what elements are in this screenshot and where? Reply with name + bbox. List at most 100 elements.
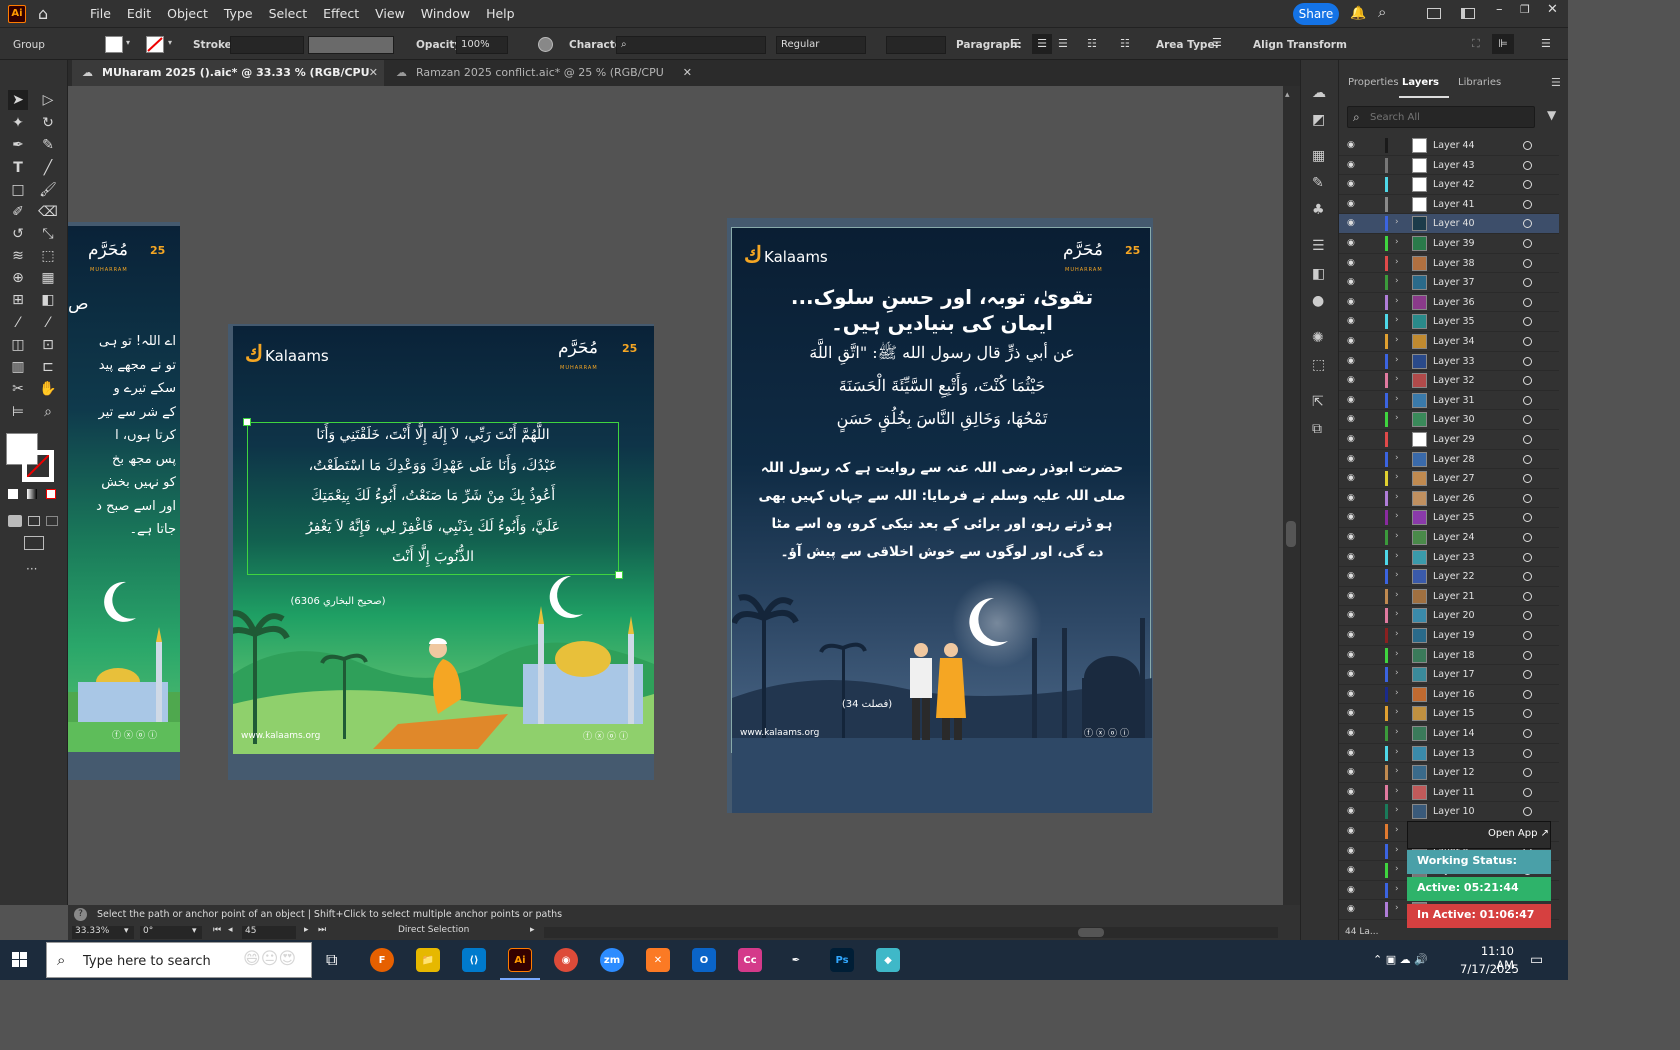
scale-tool-icon[interactable]: ⤡ xyxy=(38,224,58,244)
opacity-input[interactable]: 100% xyxy=(456,36,508,54)
symbol-sprayer-icon[interactable]: ⊡ xyxy=(38,335,58,355)
visibility-eye-icon[interactable]: ◉ xyxy=(1347,277,1361,287)
transform-button[interactable]: Transform xyxy=(1287,39,1347,51)
font-style-select[interactable]: Regular xyxy=(776,36,866,54)
layer-row[interactable]: ◉ Layer 29 xyxy=(1339,430,1559,450)
rectangle-tool-icon[interactable]: □ xyxy=(8,180,28,200)
expand-arrow-icon[interactable]: › xyxy=(1395,668,1399,678)
menu-type[interactable]: Type xyxy=(216,6,261,21)
layer-row[interactable]: ◉ › Layer 17 xyxy=(1339,665,1559,685)
visibility-eye-icon[interactable]: ◉ xyxy=(1347,316,1361,326)
target-circle-icon[interactable] xyxy=(1523,395,1532,405)
layer-row[interactable]: ◉ › Layer 15 xyxy=(1339,704,1559,724)
expand-arrow-icon[interactable]: › xyxy=(1395,688,1399,698)
layers-search[interactable]: ⌕ xyxy=(1347,106,1535,128)
menu-object[interactable]: Object xyxy=(159,6,216,21)
expand-arrow-icon[interactable]: › xyxy=(1395,609,1399,619)
stroke-weight-input[interactable] xyxy=(230,36,304,54)
notifications-icon[interactable]: ▭ xyxy=(1530,952,1543,968)
export-icon[interactable]: ⇱ xyxy=(1312,394,1324,410)
target-circle-icon[interactable] xyxy=(1523,180,1532,190)
pen-tool-icon[interactable]: ✒ xyxy=(8,135,28,155)
layer-row[interactable]: ◉ › Layer 40 xyxy=(1339,214,1559,234)
layer-row[interactable]: ◉ › Layer 11 xyxy=(1339,783,1559,803)
visibility-eye-icon[interactable]: ◉ xyxy=(1347,748,1361,758)
layer-row[interactable]: ◉ › Layer 28 xyxy=(1339,450,1559,470)
xampp-icon[interactable]: ✕ xyxy=(646,948,670,972)
layer-row[interactable]: ◉ › Layer 12 xyxy=(1339,763,1559,783)
target-circle-icon[interactable] xyxy=(1523,591,1532,601)
target-circle-icon[interactable] xyxy=(1523,729,1532,738)
shape-builder-icon[interactable]: ⊕ xyxy=(8,268,28,288)
layer-row[interactable]: ◉ › Layer 34 xyxy=(1339,332,1559,352)
target-circle-icon[interactable] xyxy=(1523,650,1532,660)
close-tab-icon[interactable]: ✕ xyxy=(369,60,378,86)
horizontal-scrollbar[interactable] xyxy=(544,927,1278,938)
layer-row[interactable]: ◉ › Layer 18 xyxy=(1339,646,1559,666)
artboard-left[interactable]: 25 مُحَرَّم MUHARRAM ص اے اللہ! تو ہی تو… xyxy=(68,222,180,780)
home-icon[interactable]: ⌂ xyxy=(38,5,56,22)
target-circle-icon[interactable] xyxy=(1523,513,1532,523)
slice-tool-icon[interactable]: ✂ xyxy=(8,379,28,399)
lasso-icon[interactable]: ↻ xyxy=(38,113,58,133)
rotation-select[interactable]: 0° ▾ xyxy=(140,926,202,939)
layer-row[interactable]: ◉ › Layer 38 xyxy=(1339,254,1559,274)
scroll-thumb[interactable] xyxy=(1078,928,1104,937)
app-icon[interactable]: ◆ xyxy=(876,948,900,972)
expand-arrow-icon[interactable]: › xyxy=(1395,315,1399,325)
layer-row[interactable]: ◉ › Layer 19 xyxy=(1339,626,1559,646)
layer-row[interactable]: ◉ › Layer 37 xyxy=(1339,273,1559,293)
gradient-panel-icon[interactable]: ◧ xyxy=(1312,266,1325,282)
restore-icon[interactable]: ❐ xyxy=(1520,3,1530,16)
magic-wand-icon[interactable]: ✦ xyxy=(8,113,28,133)
target-circle-icon[interactable] xyxy=(1523,611,1532,621)
align-right-icon[interactable]: ☰ xyxy=(1058,37,1072,51)
brushes-icon[interactable]: ✎ xyxy=(1312,175,1324,191)
visibility-eye-icon[interactable]: ◉ xyxy=(1347,512,1361,522)
stroke-panel-icon[interactable]: ☰ xyxy=(1312,238,1325,254)
visibility-eye-icon[interactable]: ◉ xyxy=(1347,258,1361,268)
visibility-eye-icon[interactable]: ◉ xyxy=(1347,395,1361,405)
visibility-eye-icon[interactable]: ◉ xyxy=(1347,865,1361,875)
visibility-eye-icon[interactable]: ◉ xyxy=(1347,434,1361,444)
taskbar-search[interactable]: ⌕ Type here to search 😄😐😍 xyxy=(46,942,312,978)
visibility-eye-icon[interactable]: ◉ xyxy=(1347,493,1361,503)
target-circle-icon[interactable] xyxy=(1523,670,1532,680)
minimize-icon[interactable]: – xyxy=(1496,2,1503,17)
target-circle-icon[interactable] xyxy=(1523,278,1532,288)
visibility-eye-icon[interactable]: ◉ xyxy=(1347,846,1361,856)
layer-row[interactable]: ◉ › Layer 35 xyxy=(1339,312,1559,332)
prev-artboard-icon[interactable]: ◂ xyxy=(228,925,233,935)
font-size-input[interactable] xyxy=(886,36,946,54)
share-button[interactable]: Share xyxy=(1293,3,1339,25)
draw-normal-icon[interactable] xyxy=(8,515,22,527)
screen-mode-icon[interactable] xyxy=(24,536,44,550)
target-circle-icon[interactable] xyxy=(1523,768,1532,778)
draw-inside-icon[interactable] xyxy=(46,516,58,526)
zoom-icon[interactable]: zm xyxy=(600,948,624,972)
visibility-eye-icon[interactable]: ◉ xyxy=(1347,532,1361,542)
menu-effect[interactable]: Effect xyxy=(315,6,367,21)
gradient-tool-icon[interactable]: ◧ xyxy=(38,290,58,310)
chevron-down-icon[interactable]: ▾ xyxy=(126,38,130,47)
menu-window[interactable]: Window xyxy=(413,6,478,21)
firefox-icon[interactable]: F xyxy=(370,948,394,972)
visibility-eye-icon[interactable]: ◉ xyxy=(1347,218,1361,228)
layer-row[interactable]: ◉ › Layer 24 xyxy=(1339,528,1559,548)
target-circle-icon[interactable] xyxy=(1523,376,1532,386)
graph-tool-icon[interactable]: ▥ xyxy=(8,357,28,377)
rotate-tool-icon[interactable]: ↺ xyxy=(8,224,28,244)
recolor-icon[interactable] xyxy=(538,37,553,52)
visibility-eye-icon[interactable]: ◉ xyxy=(1347,375,1361,385)
target-circle-icon[interactable] xyxy=(1523,631,1532,640)
chevron-down-icon[interactable]: ▾ xyxy=(168,38,172,47)
eyedropper-icon[interactable]: ⁄ xyxy=(8,313,28,333)
target-circle-icon[interactable] xyxy=(1523,474,1532,484)
expand-arrow-icon[interactable]: › xyxy=(1395,413,1399,423)
artboards-panel-icon[interactable]: ⧉ xyxy=(1312,421,1322,437)
help-icon[interactable]: ? xyxy=(74,908,87,921)
bell-icon[interactable]: 🔔 xyxy=(1350,6,1366,21)
close-tab-icon[interactable]: ✕ xyxy=(683,60,692,86)
layer-row[interactable]: ◉ Layer 44 xyxy=(1339,136,1559,156)
target-circle-icon[interactable] xyxy=(1523,337,1532,346)
